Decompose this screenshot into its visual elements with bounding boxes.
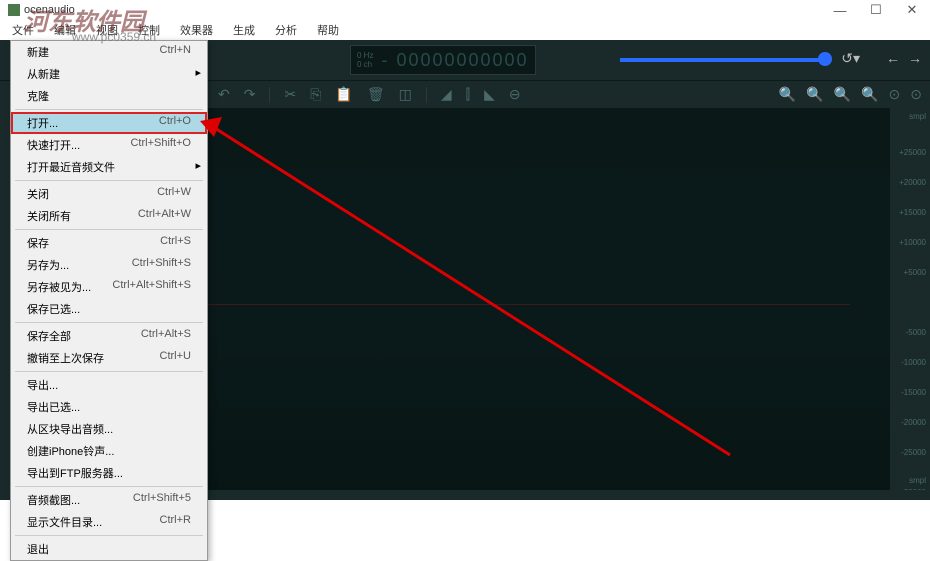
menu-item[interactable]: 保存已选...: [11, 298, 207, 320]
close-button[interactable]: ✕: [894, 0, 930, 20]
window-controls: — ☐ ✕: [822, 0, 930, 20]
silence-icon[interactable]: ⊖: [509, 86, 521, 103]
menu-item[interactable]: 导出已选...: [11, 396, 207, 418]
left-panel: [0, 108, 10, 500]
menu-item[interactable]: 保存全部Ctrl+Alt+S: [11, 325, 207, 347]
menu-item[interactable]: 撤销至上次保存Ctrl+U: [11, 347, 207, 369]
menu-view[interactable]: 视图: [92, 20, 122, 40]
menu-item[interactable]: 退出: [11, 538, 207, 560]
menu-item[interactable]: 从新建▸: [11, 63, 207, 85]
menu-item[interactable]: 打开最近音频文件▸: [11, 156, 207, 178]
menu-effects[interactable]: 效果器: [176, 20, 217, 40]
menu-control[interactable]: 控制: [134, 20, 164, 40]
menubar: 文件 编辑 视图 控制 效果器 生成 分析 帮助: [0, 20, 930, 40]
nav-back[interactable]: ←: [886, 50, 900, 66]
menu-item[interactable]: 从区块导出音频...: [11, 418, 207, 440]
amplitude-ruler: smpl +25000 +20000 +15000 +10000 +5000 -…: [890, 108, 930, 500]
menu-item[interactable]: 导出...: [11, 374, 207, 396]
zoom-fit-icon[interactable]: 🔍: [834, 86, 851, 103]
target2-icon[interactable]: ⊙: [910, 86, 922, 103]
menu-item[interactable]: 新建Ctrl+N: [11, 41, 207, 63]
nav-forward[interactable]: →: [908, 50, 922, 66]
fade-in-icon[interactable]: ◢: [441, 86, 452, 103]
menu-item[interactable]: 导出到FTP服务器...: [11, 462, 207, 484]
zoom-slider-track[interactable]: [620, 58, 830, 62]
target-icon[interactable]: ⊙: [889, 86, 901, 103]
menu-item[interactable]: 显示文件目录...Ctrl+R: [11, 511, 207, 533]
zoom-sel-icon[interactable]: 🔍: [861, 86, 878, 103]
file-dropdown: 新建Ctrl+N从新建▸克隆打开...Ctrl+O快速打开...Ctrl+Shi…: [10, 40, 208, 561]
menu-item[interactable]: 另存为...Ctrl+Shift+S: [11, 254, 207, 276]
time-counter: - 00000000000: [381, 50, 528, 71]
zoom-in-icon[interactable]: 🔍: [779, 86, 796, 103]
time-display: 0 Hz 0 ch - 00000000000: [350, 45, 536, 75]
zoom-slider-thumb[interactable]: [818, 52, 832, 66]
menu-item[interactable]: 快速打开...Ctrl+Shift+O: [11, 134, 207, 156]
titlebar: ocenaudio: [0, 0, 930, 20]
redo-icon[interactable]: ↷: [244, 86, 256, 103]
paste-icon[interactable]: 📋: [335, 86, 352, 103]
crop-icon[interactable]: ◫: [399, 86, 412, 103]
zoom-out-icon[interactable]: 🔍: [806, 86, 823, 103]
menu-item[interactable]: 打开...Ctrl+O: [11, 112, 207, 134]
cut-icon[interactable]: ✂: [284, 86, 296, 103]
app-icon: [8, 4, 20, 16]
nav-arrows: ← →: [886, 50, 922, 66]
undo-icon[interactable]: ↶: [218, 86, 230, 103]
menu-item[interactable]: 关闭所有Ctrl+Alt+W: [11, 205, 207, 227]
menu-item[interactable]: 关闭Ctrl+W: [11, 183, 207, 205]
app-title: ocenaudio: [24, 4, 75, 16]
menu-help[interactable]: 帮助: [313, 20, 343, 40]
menu-item[interactable]: 创建iPhone铃声...: [11, 440, 207, 462]
maximize-button[interactable]: ☐: [858, 0, 894, 20]
delete-icon[interactable]: 🗑: [367, 86, 385, 103]
minimize-button[interactable]: —: [822, 0, 858, 20]
menu-edit[interactable]: 编辑: [50, 20, 80, 40]
copy-icon[interactable]: ⎘: [310, 86, 321, 103]
history-button[interactable]: ↺▾: [841, 50, 860, 67]
menu-file[interactable]: 文件: [8, 20, 38, 40]
menu-item[interactable]: 克隆: [11, 85, 207, 107]
menu-item[interactable]: 保存Ctrl+S: [11, 232, 207, 254]
fade-out-icon[interactable]: ◣: [484, 86, 495, 103]
menu-item[interactable]: 另存被见为...Ctrl+Alt+Shift+S: [11, 276, 207, 298]
menu-analyze[interactable]: 分析: [271, 20, 301, 40]
menu-item[interactable]: 音频截图...Ctrl+Shift+5: [11, 489, 207, 511]
menu-generate[interactable]: 生成: [229, 20, 259, 40]
normalize-icon[interactable]: ⫿: [466, 86, 470, 103]
time-info: 0 Hz 0 ch: [357, 51, 373, 69]
